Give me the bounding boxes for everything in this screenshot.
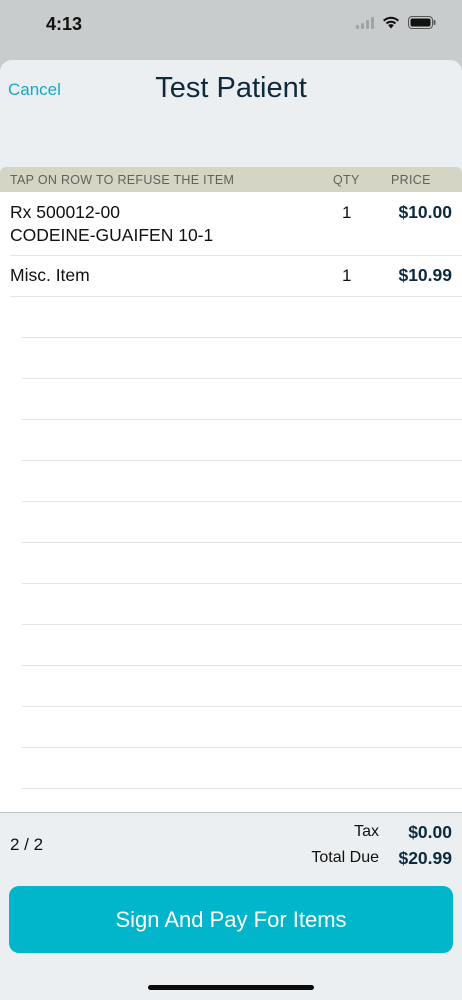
- header-qty: QTY: [333, 173, 360, 187]
- item-qty: 1: [342, 266, 352, 285]
- row-divider: [22, 583, 462, 584]
- home-indicator: [148, 985, 314, 990]
- item-rx-number: Rx 500012-00: [10, 202, 120, 222]
- status-icons: [356, 16, 436, 29]
- item-price: $10.99: [398, 265, 452, 285]
- row-divider: [22, 788, 462, 789]
- item-description: Misc. Item: [10, 265, 90, 285]
- table-row[interactable]: Misc. Item 1 $10.99: [0, 256, 462, 296]
- item-price: $10.00: [398, 202, 452, 222]
- status-bar: 4:13: [0, 0, 462, 56]
- table-row[interactable]: Rx 500012-00 CODEINE-GUAIFEN 10-1 1 $10.…: [0, 192, 462, 255]
- page-indicator: 2 / 2: [10, 835, 44, 854]
- nav-bar: Cancel Test Patient: [0, 60, 462, 166]
- row-divider: [22, 747, 462, 748]
- items-table: Rx 500012-00 CODEINE-GUAIFEN 10-1 1 $10.…: [0, 192, 462, 812]
- row-divider: [22, 460, 462, 461]
- total-due-label: Total Due: [311, 849, 379, 866]
- row-divider: [22, 337, 462, 338]
- tax-value: $0.00: [408, 822, 452, 842]
- row-divider: [22, 378, 462, 379]
- row-divider: [22, 542, 462, 543]
- row-divider: [22, 624, 462, 625]
- header-description: TAP ON ROW TO REFUSE THE ITEM: [10, 173, 235, 187]
- tax-label: Tax: [354, 823, 379, 840]
- item-qty: 1: [342, 203, 352, 222]
- item-drug-name: CODEINE-GUAIFEN 10-1: [10, 225, 214, 245]
- modal-sheet: Cancel Test Patient TAP ON ROW TO REFUSE…: [0, 60, 462, 1000]
- header-price: PRICE: [391, 173, 431, 187]
- row-divider: [22, 501, 462, 502]
- row-divider: [22, 706, 462, 707]
- page-title: Test Patient: [155, 72, 307, 104]
- item-description: Rx 500012-00 CODEINE-GUAIFEN 10-1: [10, 201, 213, 247]
- battery-icon: [408, 16, 436, 29]
- row-divider: [10, 296, 462, 297]
- sign-and-pay-button[interactable]: Sign And Pay For Items: [9, 886, 453, 953]
- status-time: 4:13: [46, 14, 83, 34]
- wifi-icon: [383, 16, 399, 29]
- row-divider: [22, 665, 462, 666]
- table-header: TAP ON ROW TO REFUSE THE ITEM QTY PRICE: [0, 167, 462, 192]
- signal-icon: [356, 16, 374, 29]
- total-due-value: $20.99: [398, 848, 452, 868]
- totals-footer: 2 / 2 Tax $0.00 Total Due $20.99: [0, 812, 462, 876]
- row-divider: [22, 419, 462, 420]
